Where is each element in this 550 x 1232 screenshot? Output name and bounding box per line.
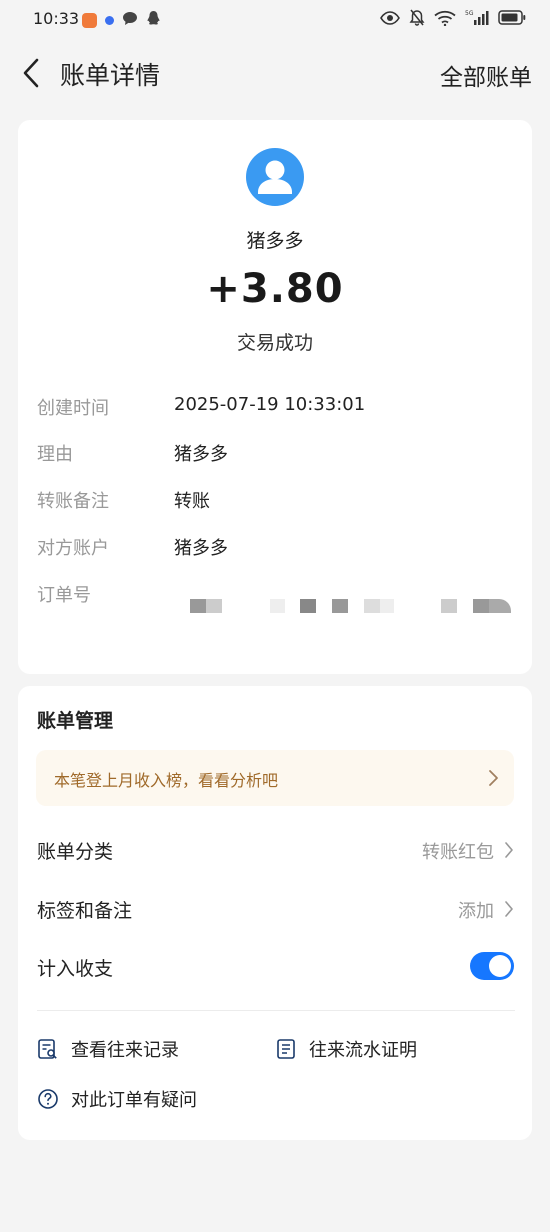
toggle-knob bbox=[489, 955, 511, 977]
created-time-value: 2025-07-19 10:33:01 bbox=[174, 394, 366, 415]
dot-notification-icon bbox=[105, 15, 114, 25]
battery-icon bbox=[498, 10, 526, 29]
eye-icon bbox=[380, 10, 400, 29]
chevron-left-icon bbox=[23, 58, 39, 88]
include-stats-label: 计入收支 bbox=[37, 958, 114, 980]
question-circle-icon bbox=[38, 1089, 58, 1109]
view-history-label: 查看往来记录 bbox=[71, 1040, 179, 1061]
statement-proof-label: 往来流水证明 bbox=[309, 1040, 417, 1061]
status-bar: 10:33 5G bbox=[0, 0, 550, 38]
chevron-right-icon bbox=[504, 841, 514, 863]
income-rank-banner[interactable]: 本笔登上月收入榜，看看分析吧 bbox=[36, 750, 514, 806]
document-icon bbox=[277, 1039, 295, 1059]
transfer-note-value: 转账 bbox=[174, 491, 210, 512]
include-stats-toggle[interactable] bbox=[470, 952, 514, 980]
chat-bubble-icon bbox=[122, 11, 138, 30]
reason-value: 猪多多 bbox=[174, 444, 228, 465]
transaction-amount: +3.80 bbox=[206, 266, 344, 312]
mute-bell-icon bbox=[409, 9, 425, 30]
status-time: 10:33 bbox=[33, 9, 80, 28]
chevron-right-icon bbox=[504, 900, 514, 922]
section-title: 账单管理 bbox=[37, 710, 114, 732]
default-user-icon bbox=[258, 160, 292, 194]
svg-text:5G: 5G bbox=[465, 10, 474, 17]
reason-label: 理由 bbox=[37, 444, 73, 465]
counterparty-label: 对方账户 bbox=[37, 538, 109, 559]
transaction-status: 交易成功 bbox=[236, 332, 313, 354]
order-question-label: 对此订单有疑问 bbox=[71, 1090, 197, 1111]
back-button[interactable] bbox=[18, 56, 46, 90]
bill-detail-card: 猪多多 +3.80 交易成功 创建时间 2025-07-19 10:33:01 … bbox=[18, 120, 532, 674]
status-app-icons bbox=[82, 10, 161, 30]
bill-category-value: 转账红包 bbox=[422, 842, 494, 863]
signal-icon: 5G bbox=[465, 9, 489, 30]
view-history-link[interactable]: 查看往来记录 bbox=[37, 1036, 179, 1062]
divider bbox=[37, 1010, 515, 1011]
wifi-icon bbox=[434, 10, 456, 30]
app-notification-icon bbox=[82, 12, 97, 28]
statement-proof-link[interactable]: 往来流水证明 bbox=[275, 1036, 417, 1062]
avatar bbox=[246, 148, 304, 206]
tags-notes-value: 添加 bbox=[458, 901, 494, 922]
order-question-link[interactable]: 对此订单有疑问 bbox=[37, 1086, 197, 1112]
transfer-note-label: 转账备注 bbox=[37, 491, 109, 512]
status-system-icons: 5G bbox=[380, 9, 526, 30]
counterparty-value: 猪多多 bbox=[174, 538, 228, 559]
banner-text: 本笔登上月收入榜，看看分析吧 bbox=[54, 771, 279, 790]
bill-category-label: 账单分类 bbox=[37, 841, 114, 863]
tags-notes-label: 标签和备注 bbox=[37, 900, 133, 922]
bill-management-card: 账单管理 本笔登上月收入榜，看看分析吧 账单分类 转账红包 标签和备注 添加 计… bbox=[18, 686, 532, 1140]
nav-bar: 账单详情 全部账单 bbox=[0, 40, 550, 106]
chevron-right-icon bbox=[488, 768, 500, 792]
penguin-icon bbox=[146, 10, 161, 30]
page-title: 账单详情 bbox=[60, 61, 161, 90]
document-search-icon bbox=[38, 1039, 57, 1059]
created-time-label: 创建时间 bbox=[37, 398, 109, 419]
all-bills-link[interactable]: 全部账单 bbox=[440, 58, 532, 92]
payee-name: 猪多多 bbox=[246, 230, 304, 252]
order-number-label: 订单号 bbox=[37, 585, 91, 606]
